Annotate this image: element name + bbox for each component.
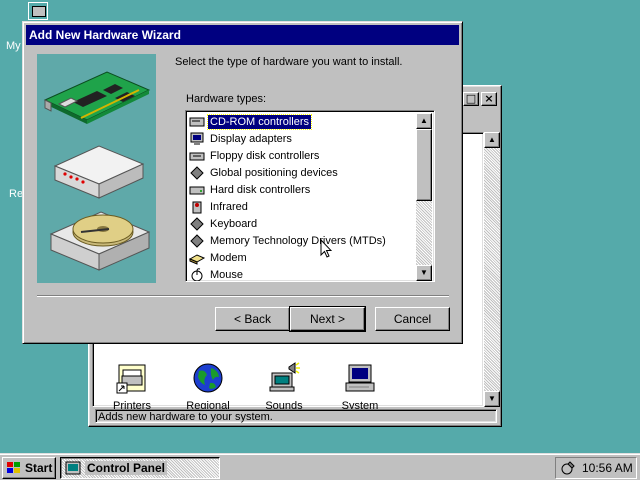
list-item-floppy-disk-controllers[interactable]: Floppy disk controllers bbox=[188, 147, 418, 164]
display-icon bbox=[190, 132, 204, 145]
mouse-pointer-icon bbox=[320, 239, 332, 258]
wizard-instruction: Select the type of hardware you want to … bbox=[175, 56, 403, 68]
list-item-infrared[interactable]: Infrared bbox=[188, 198, 418, 215]
hardware-types-list[interactable]: CD-ROM controllers Display adapters Flop… bbox=[185, 110, 435, 282]
system-icon bbox=[345, 364, 375, 392]
item-label: Memory Technology Drivers (MTDs) bbox=[210, 234, 386, 247]
modem-icon bbox=[189, 253, 205, 265]
list-item-display-adapters[interactable]: Display adapters bbox=[188, 130, 418, 147]
taskbar: Start Control Panel 10:56 AM bbox=[0, 453, 640, 480]
item-label: Hard disk controllers bbox=[210, 183, 311, 196]
scroll-down-button[interactable]: ▼ bbox=[484, 391, 500, 407]
window-controls: □ × bbox=[463, 92, 497, 106]
scroll-up-button[interactable]: ▲ bbox=[416, 113, 432, 129]
maximize-icon: □ bbox=[465, 92, 477, 105]
harddisk-icon bbox=[189, 186, 205, 194]
next-button[interactable]: Next > bbox=[289, 306, 366, 332]
back-button[interactable]: < Back bbox=[215, 307, 290, 331]
gps-icon bbox=[190, 165, 204, 180]
list-item-global-positioning-devices[interactable]: Global positioning devices bbox=[188, 164, 418, 181]
control-panel-item-system[interactable]: System bbox=[325, 361, 395, 410]
item-label: Display adapters bbox=[210, 132, 292, 145]
desktop-icon-label: My bbox=[6, 40, 21, 52]
desktop-icon-label: Re bbox=[9, 188, 24, 200]
list-scrollbar[interactable]: ▲ ▼ bbox=[416, 113, 432, 281]
list-item-cdrom-controllers[interactable]: CD-ROM controllers bbox=[188, 113, 418, 130]
next-label: Next > bbox=[309, 312, 345, 326]
list-item-memory-technology-drivers[interactable]: Memory Technology Drivers (MTDs) bbox=[188, 232, 418, 249]
status-text: Adds new hardware to your system. bbox=[95, 409, 497, 423]
wizard-illustration bbox=[37, 54, 156, 283]
list-item-modem[interactable]: Modem bbox=[188, 249, 418, 266]
mtd-icon bbox=[190, 233, 204, 248]
control-panel-item-sounds[interactable]: Sounds bbox=[249, 361, 319, 410]
start-button[interactable]: Start bbox=[2, 457, 56, 479]
back-label: < Back bbox=[233, 312, 272, 326]
taskbar-item-label: Control Panel bbox=[85, 461, 168, 475]
status-bar: Adds new hardware to your system. bbox=[92, 407, 500, 425]
cancel-button[interactable]: Cancel bbox=[375, 307, 450, 331]
system-tray: 10:56 AM bbox=[555, 457, 637, 479]
globe-icon bbox=[193, 363, 223, 393]
list-item-mouse[interactable]: Mouse bbox=[188, 266, 418, 281]
item-label: Modem bbox=[210, 251, 247, 264]
hardware-types-items: CD-ROM controllers Display adapters Flop… bbox=[188, 113, 418, 281]
hardware-types-label: Hardware types: bbox=[186, 93, 267, 105]
item-label: Floppy disk controllers bbox=[210, 149, 320, 162]
close-button[interactable]: × bbox=[481, 92, 497, 106]
desktop-window-icon[interactable] bbox=[28, 2, 48, 20]
vertical-scrollbar[interactable]: ▲ ▼ bbox=[484, 132, 500, 407]
sounds-icon bbox=[269, 362, 300, 392]
floppy-icon bbox=[189, 152, 205, 160]
control-panel-icon bbox=[65, 461, 81, 475]
scroll-up-button[interactable]: ▲ bbox=[484, 132, 500, 148]
close-icon: × bbox=[484, 92, 494, 105]
item-label: Global positioning devices bbox=[210, 166, 338, 179]
item-label: Keyboard bbox=[210, 217, 258, 230]
keyboard-icon bbox=[190, 216, 204, 231]
cancel-label: Cancel bbox=[393, 312, 432, 326]
list-item-keyboard[interactable]: Keyboard bbox=[188, 215, 418, 232]
separator bbox=[37, 295, 449, 297]
cdrom-icon bbox=[189, 117, 205, 126]
control-panel-item-printers[interactable]: Printers bbox=[97, 361, 167, 410]
taskbar-item-control-panel[interactable]: Control Panel bbox=[60, 457, 220, 479]
item-label: Mouse bbox=[210, 268, 244, 281]
hardware-tray-icon[interactable] bbox=[560, 460, 576, 476]
printer-icon bbox=[116, 364, 146, 394]
list-item-hard-disk-controllers[interactable]: Hard disk controllers bbox=[188, 181, 418, 198]
maximize-button[interactable]: □ bbox=[463, 92, 479, 106]
hardware-illustration-icon bbox=[43, 71, 151, 271]
scroll-down-button[interactable]: ▼ bbox=[416, 265, 432, 281]
scroll-thumb[interactable] bbox=[416, 129, 432, 201]
item-label: CD-ROM controllers bbox=[206, 113, 313, 130]
mouse-icon bbox=[191, 267, 203, 281]
item-label: Infrared bbox=[210, 200, 248, 213]
clock[interactable]: 10:56 AM bbox=[582, 461, 633, 475]
wizard-title: Add New Hardware Wizard bbox=[26, 25, 459, 45]
infrared-icon bbox=[192, 201, 202, 213]
add-new-hardware-wizard: Add New Hardware Wizard Select the type … bbox=[22, 21, 463, 344]
control-panel-item-regional[interactable]: Regional bbox=[173, 361, 243, 410]
windows-logo-icon bbox=[7, 462, 20, 473]
start-label: Start bbox=[25, 461, 53, 475]
